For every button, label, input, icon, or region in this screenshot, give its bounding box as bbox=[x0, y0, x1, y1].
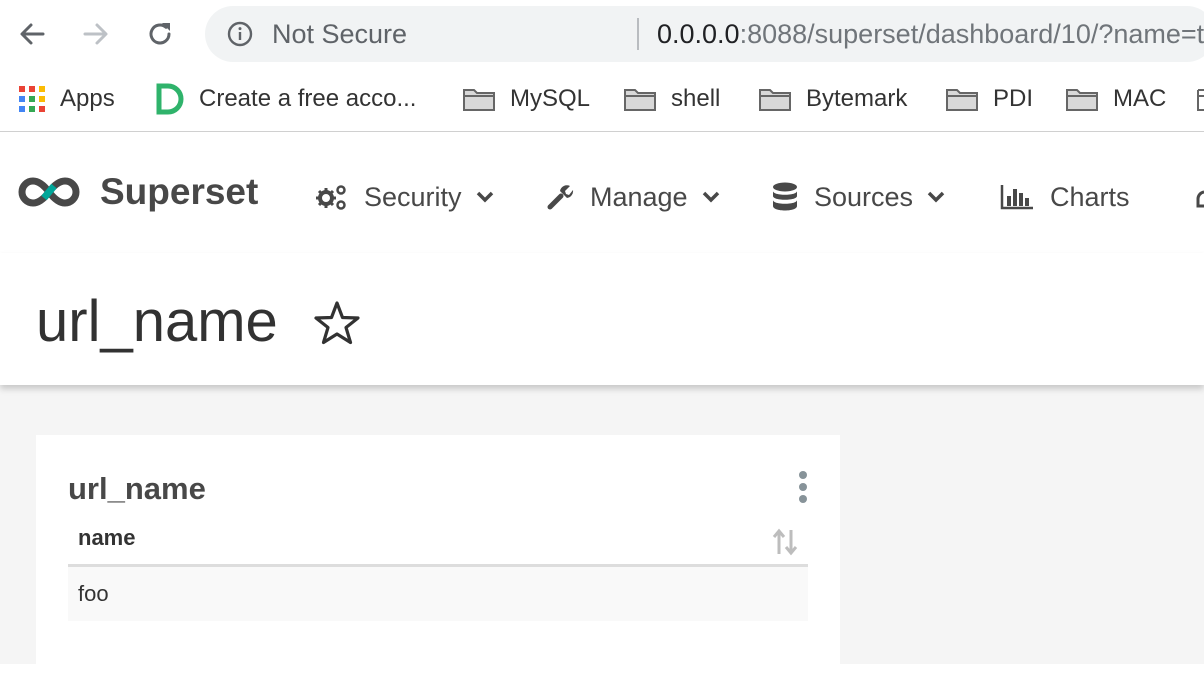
bookmark-label: Bytemark bbox=[806, 85, 908, 112]
bookmark-label: MySQL bbox=[510, 85, 591, 112]
bookmark-folder-pdi[interactable]: PDI bbox=[945, 83, 1033, 115]
database-icon bbox=[772, 182, 798, 212]
chevron-down-icon bbox=[702, 191, 720, 203]
bookmark-label: PDI bbox=[993, 85, 1034, 112]
brand-name: Superset bbox=[100, 171, 259, 212]
cogs-icon bbox=[316, 183, 348, 211]
chart-card: url_name name foo bbox=[36, 435, 840, 675]
chevron-down-icon bbox=[476, 191, 494, 203]
url-text[interactable]: 0.0.0.0:8088/superset/dashboard/10/?name… bbox=[657, 19, 1204, 49]
menu-security[interactable]: Security bbox=[316, 177, 494, 217]
menu-sources[interactable]: Sources bbox=[772, 177, 945, 217]
data-table: name foo bbox=[68, 515, 808, 621]
menu-label: Sources bbox=[814, 181, 914, 212]
more-options-icon[interactable] bbox=[796, 469, 810, 507]
page-title[interactable]: url_name bbox=[36, 289, 278, 355]
browser-toolbar: Not Secure 0.0.0.0:8088/superset/dashboa… bbox=[0, 0, 1204, 70]
bar-chart-icon bbox=[1000, 184, 1034, 210]
folder-icon bbox=[758, 86, 792, 112]
superset-logo-icon bbox=[18, 177, 80, 207]
arrow-right-icon bbox=[83, 23, 108, 45]
table-row: foo bbox=[68, 567, 808, 621]
folder-icon bbox=[1065, 86, 1099, 112]
bookmark-label: MAC bbox=[1113, 85, 1167, 112]
reload-button[interactable] bbox=[143, 17, 177, 51]
bookmark-create-account[interactable]: Create a free acco... bbox=[155, 83, 416, 115]
bookmark-folder-shell[interactable]: shell bbox=[623, 83, 720, 115]
column-header-label: name bbox=[78, 525, 136, 550]
forward-button[interactable] bbox=[79, 17, 113, 51]
brand-link[interactable]: Superset bbox=[18, 170, 258, 214]
address-divider bbox=[637, 18, 639, 50]
folder-icon bbox=[462, 86, 496, 112]
menu-charts[interactable]: Charts bbox=[1000, 177, 1130, 217]
url-host: 0.0.0.0 bbox=[657, 19, 740, 49]
apps-grid-icon bbox=[18, 85, 46, 113]
column-header-name[interactable]: name bbox=[68, 515, 808, 567]
bookmark-label: shell bbox=[671, 85, 721, 112]
folder-icon bbox=[1196, 86, 1204, 112]
bookmark-apps[interactable]: Apps bbox=[18, 83, 115, 115]
app-navbar: Superset Security Manage Sources Charts bbox=[0, 133, 1204, 253]
chevron-down-icon bbox=[927, 191, 945, 203]
url-path: :8088/superset/dashboard/10/?name=test bbox=[739, 19, 1204, 49]
arrow-left-icon bbox=[20, 23, 45, 45]
menu-label: Security bbox=[364, 181, 462, 212]
folder-icon bbox=[623, 86, 657, 112]
info-icon[interactable] bbox=[227, 21, 253, 47]
d-logo-icon bbox=[155, 83, 185, 115]
bookmark-label: Apps bbox=[60, 85, 115, 112]
back-button[interactable] bbox=[15, 17, 49, 51]
menu-label: Manage bbox=[590, 181, 688, 212]
security-label: Not Secure bbox=[272, 19, 408, 49]
favorite-star-icon[interactable] bbox=[313, 300, 361, 351]
bookmark-folder-mac[interactable]: MAC bbox=[1065, 83, 1166, 115]
dashboard-grid: url_name name foo bbox=[0, 385, 1204, 675]
reload-icon bbox=[149, 23, 171, 45]
table-cell: foo bbox=[78, 581, 109, 606]
folder-icon bbox=[945, 86, 979, 112]
address-bar[interactable]: Not Secure 0.0.0.0:8088/superset/dashboa… bbox=[205, 6, 1204, 62]
dashboard-header: url_name bbox=[0, 253, 1204, 385]
menu-manage[interactable]: Manage bbox=[546, 177, 720, 217]
bookmark-folder-bytemark[interactable]: Bytemark bbox=[758, 83, 907, 115]
menu-overflow-icon[interactable] bbox=[1196, 188, 1204, 215]
wrench-icon bbox=[546, 183, 574, 211]
bookmark-folder-overflow[interactable] bbox=[1196, 83, 1204, 115]
bookmark-folder-mysql[interactable]: MySQL bbox=[462, 83, 590, 115]
sort-icon[interactable] bbox=[772, 526, 798, 572]
bookmark-label: Create a free acco... bbox=[199, 85, 417, 112]
menu-label: Charts bbox=[1050, 181, 1130, 212]
bookmarks-bar: Apps Create a free acco... MySQL shell B… bbox=[0, 70, 1204, 132]
chart-title: url_name bbox=[68, 471, 206, 506]
